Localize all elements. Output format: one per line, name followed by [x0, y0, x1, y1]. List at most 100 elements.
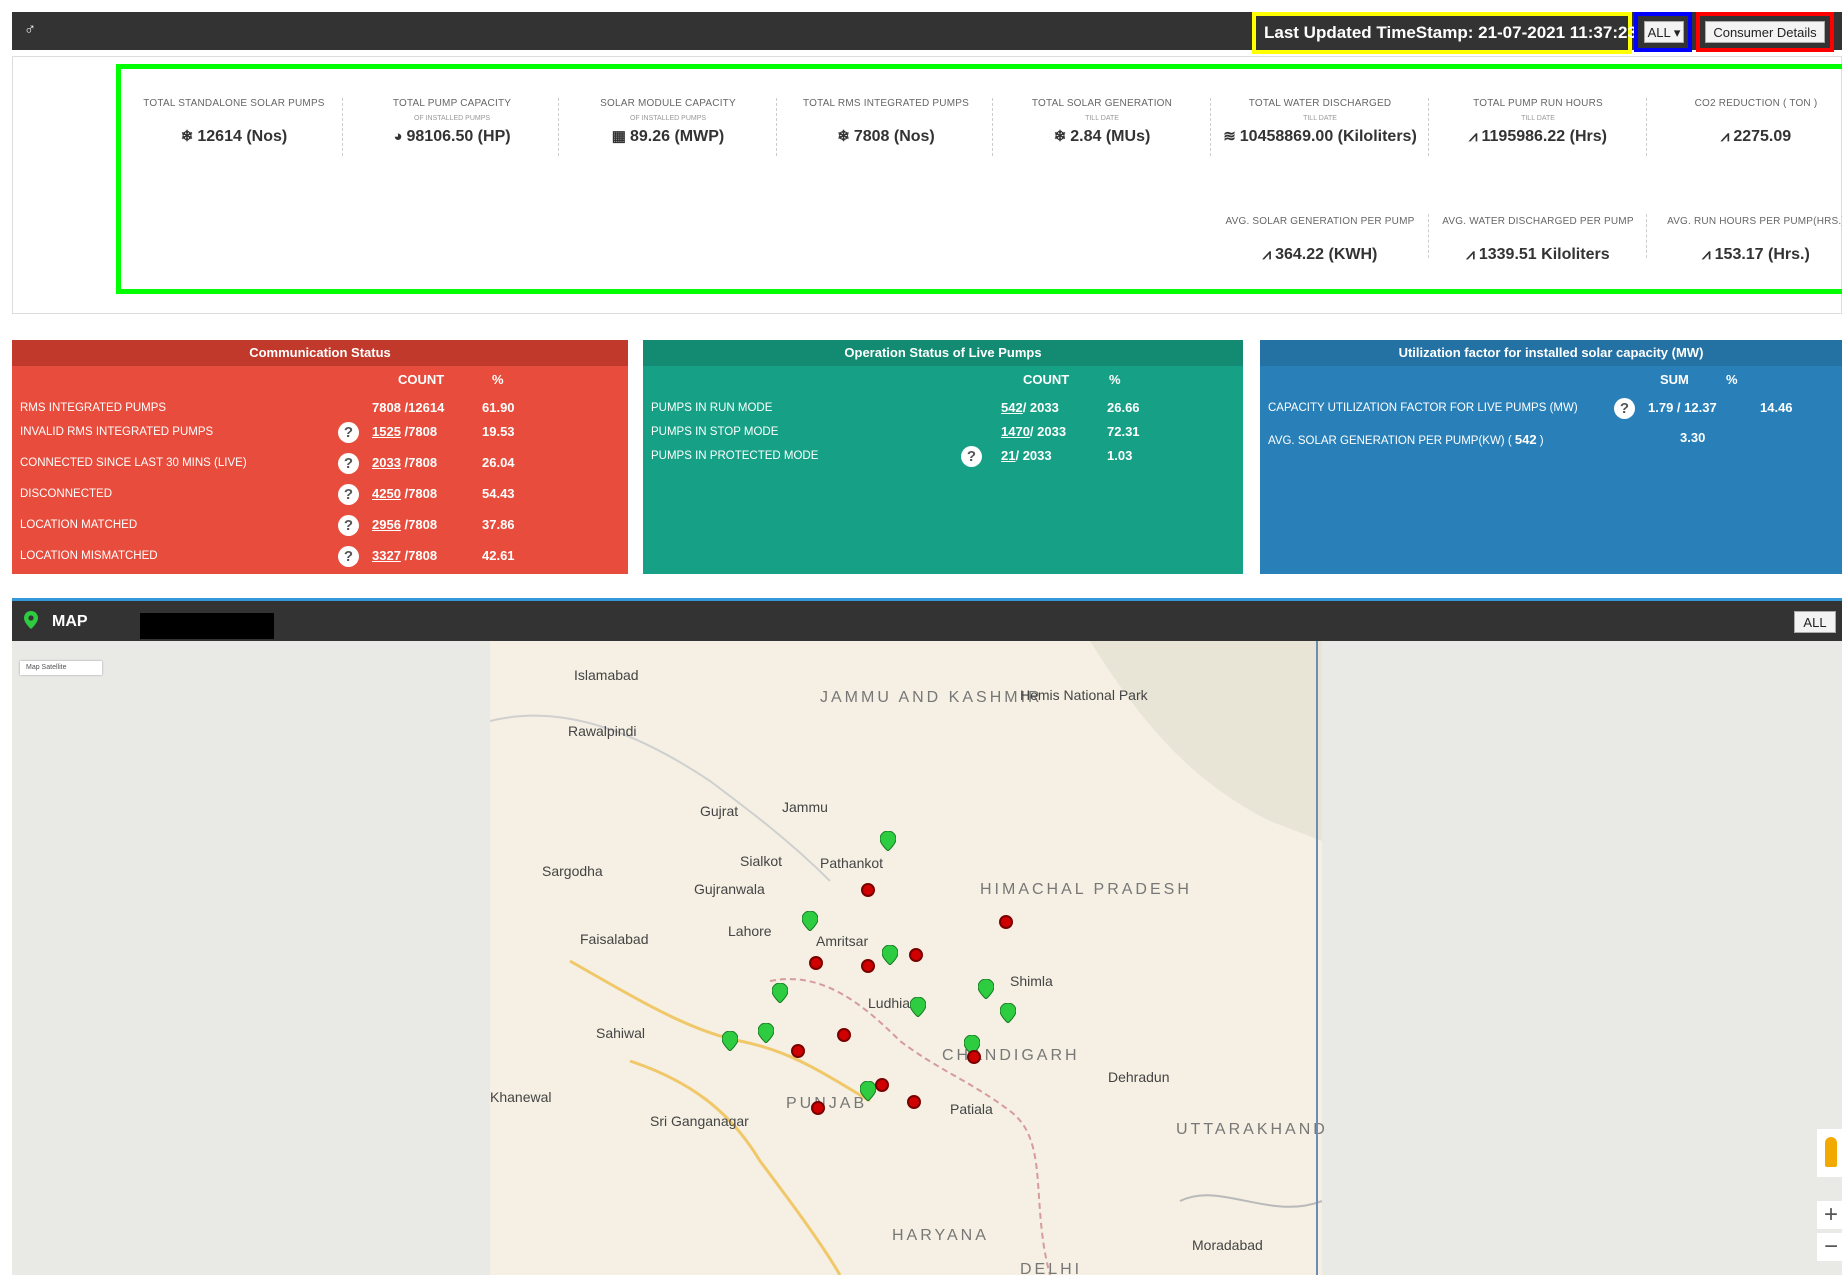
count-link[interactable]: 1525: [372, 424, 401, 439]
kpi-sublabel: [1430, 233, 1646, 241]
pump-marker-live[interactable]: [881, 944, 899, 966]
help-icon[interactable]: ?: [338, 515, 359, 536]
pump-marker-live[interactable]: [999, 1002, 1017, 1024]
kpi-divider: [1646, 98, 1647, 156]
count-link[interactable]: 4250: [372, 486, 401, 501]
status-row-percent: 26.66: [1107, 400, 1140, 415]
kpi-divider: [1428, 214, 1429, 258]
status-row-count: 2956 /7808: [372, 517, 437, 532]
operation-status-card: Operation Status of Live Pumps COUNT % P…: [643, 340, 1243, 574]
map-label-lahore: Lahore: [728, 923, 772, 939]
line-chart-icon: ⩘: [1702, 246, 1711, 263]
kpi-value: 89.26 (MWP): [629, 128, 725, 145]
pump-marker-live[interactable]: [977, 978, 995, 1000]
pump-marker-offline[interactable]: [875, 1078, 889, 1092]
line-chart-icon: ⩘: [1466, 246, 1475, 263]
line-chart-icon: ⩘: [1262, 246, 1272, 263]
pump-marker-offline[interactable]: [861, 883, 875, 897]
kpi-value: 364.22 (KWH): [1275, 246, 1378, 263]
pump-marker-live[interactable]: [859, 1080, 877, 1102]
pump-marker-live[interactable]: [771, 982, 789, 1004]
map-label-punjab: PUNJAB: [786, 1095, 868, 1112]
filter-dropdown-wrapper: ALL ▾: [1634, 12, 1692, 52]
count-total: / 2033: [1015, 448, 1052, 463]
count-link[interactable]: 1470: [1001, 424, 1030, 439]
zoom-in-button[interactable]: +: [1817, 1201, 1842, 1229]
map-type-control[interactable]: Map Satellite: [20, 661, 102, 675]
status-row-label: RMS INTEGRATED PUMPS: [20, 402, 167, 414]
map-label-himachal: HIMACHAL PRADESH: [980, 881, 1192, 898]
map-filter-button[interactable]: ALL: [1794, 611, 1836, 633]
map-label-sargodha: Sargodha: [542, 863, 603, 879]
map-label-chandigarh: CHANDIGARH: [942, 1047, 1080, 1064]
pump-marker-offline[interactable]: [909, 948, 923, 962]
filter-dropdown[interactable]: ALL ▾: [1644, 21, 1684, 43]
solar-panel-icon: ▦: [611, 128, 626, 145]
consumer-details-button[interactable]: Consumer Details: [1705, 21, 1825, 43]
status-row-label: LOCATION MATCHED: [20, 519, 138, 531]
kpi-value-row: ❄ 12614 (Nos): [126, 125, 342, 149]
map-label-patiala: Patiala: [950, 1101, 993, 1117]
sun-icon: ❄: [1053, 128, 1067, 145]
kpi-2: TOTAL PUMP CAPACITY OF INSTALLED PUMPS ◕ 98…: [344, 98, 560, 149]
status-row-label: PUMPS IN STOP MODE: [651, 426, 779, 438]
status-row-count: 1470/ 2033: [1001, 424, 1066, 439]
operation-status-title: Operation Status of Live Pumps: [643, 340, 1243, 366]
count-link[interactable]: 2956: [372, 517, 401, 532]
pump-marker-offline[interactable]: [999, 915, 1013, 929]
help-icon[interactable]: ?: [1614, 398, 1635, 419]
kpi-divider: [1646, 214, 1647, 258]
utilization-label-text: CAPACITY UTILIZATION FACTOR FOR LIVE PUM…: [1268, 402, 1578, 414]
help-icon[interactable]: ?: [961, 446, 982, 467]
kpi-sublabel: [1648, 233, 1842, 241]
pump-marker-live[interactable]: [757, 1022, 775, 1044]
pump-marker-live[interactable]: [721, 1030, 739, 1052]
status-row-percent: 19.53: [482, 424, 515, 439]
pump-marker-offline[interactable]: [791, 1044, 805, 1058]
kpi-label: TOTAL WATER DISCHARGED: [1248, 98, 1392, 109]
kpi-value: 2275.09: [1733, 128, 1792, 145]
kpi-value: 98106.50 (HP): [406, 128, 511, 145]
kpi-divider: [776, 98, 777, 156]
count-link[interactable]: 542: [1001, 400, 1023, 415]
map-tiles[interactable]: Islamabad Rawalpindi JAMMU AND KASHMIR Hemi…: [490, 641, 1325, 1275]
sun-icon: ❄: [180, 128, 194, 145]
map-label-hemis: Hemis National Park: [1020, 687, 1148, 703]
pump-marker-live[interactable]: [801, 910, 819, 932]
count-link[interactable]: 21: [1001, 448, 1015, 463]
utilization-sum: 3.30: [1680, 430, 1706, 445]
status-row-count: 1525 /7808: [372, 424, 437, 439]
kpi-label: CO2 REDUCTION ( TON ): [1694, 98, 1818, 109]
kpi-label: AVG. WATER DISCHARGED PER PUMP: [1442, 216, 1634, 227]
count-link[interactable]: 2033: [372, 455, 401, 470]
pump-marker-offline[interactable]: [967, 1050, 981, 1064]
pump-marker-live[interactable]: [909, 996, 927, 1018]
map-label-shimla: Shimla: [1010, 973, 1053, 989]
status-row-count: 7808 /12614: [372, 400, 444, 415]
pump-marker-offline[interactable]: [809, 956, 823, 970]
kpi-value-row: ◕ 98106.50 (HP): [344, 125, 560, 149]
brand-icon: ♂: [24, 21, 36, 38]
status-row-percent: 37.86: [482, 517, 515, 532]
help-icon[interactable]: ?: [338, 546, 359, 567]
map-canvas[interactable]: Map Satellite Islamabad Rawalpindi JAMMU A…: [12, 641, 1842, 1275]
map-label-sialkot: Sialkot: [740, 853, 783, 869]
pump-marker-offline[interactable]: [837, 1028, 851, 1042]
kpi-4: TOTAL RMS INTEGRATED PUMPS ❄ 7808 (Nos): [778, 98, 994, 149]
pump-marker-offline[interactable]: [811, 1101, 825, 1115]
utilization-label-count: 542: [1514, 432, 1537, 447]
pump-marker-offline[interactable]: [861, 959, 875, 973]
map-label-uttarakhand: UTTARAKHAND: [1176, 1121, 1328, 1138]
status-row-label: PUMPS IN PROTECTED MODE: [651, 450, 819, 462]
status-row-count: 21/ 2033: [1001, 448, 1052, 463]
pump-marker-live[interactable]: [879, 830, 897, 852]
count-column-header: COUNT: [1023, 372, 1070, 387]
help-icon[interactable]: ?: [338, 484, 359, 505]
help-icon[interactable]: ?: [338, 422, 359, 443]
pump-marker-offline[interactable]: [907, 1095, 921, 1109]
count-link[interactable]: 3327: [372, 548, 401, 563]
status-row-label: PUMPS IN RUN MODE: [651, 402, 773, 414]
street-view-pegman[interactable]: [1817, 1129, 1842, 1177]
help-icon[interactable]: ?: [338, 453, 359, 474]
zoom-out-button[interactable]: −: [1817, 1233, 1842, 1261]
